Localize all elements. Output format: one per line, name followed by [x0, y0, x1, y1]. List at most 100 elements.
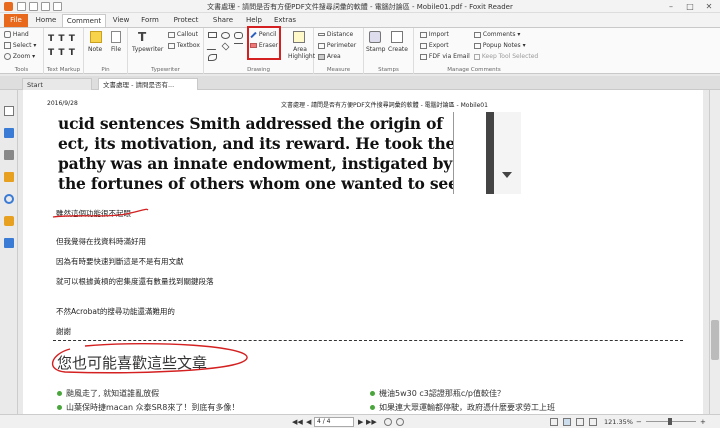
scan-line: ect, its motivation, and its reward. He …	[58, 134, 456, 153]
note-button[interactable]: Note	[88, 46, 102, 53]
group-stamps: Stamp Create Stamps	[364, 28, 414, 74]
attachment-icon[interactable]	[4, 194, 14, 204]
rotate-view-icon[interactable]	[396, 418, 404, 426]
popup-notes-dropdown[interactable]: Popup Notes ▾	[474, 42, 526, 49]
related-link[interactable]: 颱風走了, 就知道誰亂放假	[57, 388, 159, 399]
last-page-button[interactable]: ▶▶	[366, 418, 377, 426]
ribbon-panel: Hand Select ▾ Zoom ▾ Tools TTT TTT Text …	[0, 27, 720, 74]
vertical-scrollbar[interactable]	[709, 90, 720, 414]
line-icon[interactable]	[206, 43, 219, 50]
comments-icon	[474, 31, 481, 38]
stamp-icon[interactable]	[369, 31, 381, 43]
continuous-view-icon[interactable]	[563, 418, 571, 426]
perimeter-icon	[318, 42, 325, 49]
fdf-email-button[interactable]: FDF via Email	[420, 53, 470, 60]
minimize-button[interactable]: –	[664, 1, 678, 12]
group-label: Pin	[101, 67, 110, 73]
bullet-icon	[370, 405, 375, 410]
import-button[interactable]: Import	[420, 31, 449, 38]
email-icon	[420, 53, 427, 60]
tab-protect[interactable]: Protect	[172, 14, 200, 27]
window-title: 文書處理 - 請問是否有方便PDF文件搜尋詞彙的軟體 - 電腦討論區 - Mob…	[207, 3, 513, 11]
page-header-date: 2016/9/28	[47, 100, 78, 107]
tab-home[interactable]: Home	[34, 14, 58, 27]
tab-comment[interactable]: Comment	[62, 14, 106, 27]
arrow-icon[interactable]	[234, 43, 243, 50]
group-typewriter: T Typewriter Callout Textbox Typewriter	[128, 28, 204, 74]
related-link[interactable]: 如果連大眾運輸都停駛，政府憑什麼要求勞工上班	[370, 402, 555, 413]
security-lock-icon[interactable]	[4, 216, 14, 226]
checkbox-icon	[474, 53, 480, 60]
pencil-underline-annotation	[52, 208, 149, 218]
note-icon[interactable]	[90, 31, 102, 43]
tab-file[interactable]: File	[4, 14, 28, 27]
comments-panel-icon[interactable]	[4, 172, 14, 182]
keep-tool-selected-checkbox[interactable]: Keep Tool Selected	[474, 53, 538, 60]
restore-button[interactable]: □	[683, 1, 697, 12]
cloud-icon[interactable]	[234, 32, 243, 39]
file-icon[interactable]	[111, 31, 121, 43]
related-link[interactable]: 山葉保時捷macan 众泰SR8來了！到底有多像！	[57, 402, 239, 413]
popup-notes-icon	[474, 42, 481, 49]
stamp-button[interactable]: Stamp	[366, 46, 386, 53]
zoom-level[interactable]: 121.35%	[604, 418, 633, 426]
textbox-button[interactable]: Textbox	[168, 42, 200, 49]
paragraph: 不然Acrobat的搜尋功能還滿難用的	[56, 307, 175, 316]
tab-view[interactable]: View	[110, 14, 132, 27]
scan-dropdown-arrow-icon	[502, 172, 512, 178]
pages-icon[interactable]	[4, 128, 14, 138]
tab-form[interactable]: Form	[138, 14, 162, 27]
close-button[interactable]: ✕	[702, 1, 716, 12]
file-button[interactable]: File	[111, 46, 121, 53]
highlight-text-icon[interactable]: TTT	[48, 34, 79, 44]
page-thumbnail-icon[interactable]	[4, 106, 14, 116]
polygon-icon[interactable]	[221, 42, 230, 51]
page-header-title: 文書處理 - 請問是否有方便PDF文件搜尋詞彙的軟體 - 電腦討論區 - Mob…	[281, 102, 488, 109]
export-button[interactable]: Export	[420, 42, 449, 49]
continuous-facing-view-icon[interactable]	[589, 418, 597, 426]
area-button[interactable]: Area	[318, 53, 341, 60]
rectangle-icon[interactable]	[208, 32, 217, 38]
group-label: Manage Comments	[447, 67, 501, 73]
hand-tool-button[interactable]: Hand	[4, 31, 29, 38]
view-mode-icon[interactable]	[384, 418, 392, 426]
first-page-button[interactable]: ◀◀	[292, 418, 303, 426]
create-button[interactable]: Create	[388, 46, 408, 53]
tab-share[interactable]: Share	[210, 14, 236, 27]
area-highlight-button[interactable]: Area Highlight	[288, 46, 315, 60]
scrollbar-thumb[interactable]	[711, 320, 719, 360]
typewriter-button[interactable]: Typewriter	[132, 46, 163, 53]
create-stamp-icon[interactable]	[391, 31, 403, 43]
zoom-in-button[interactable]: +	[700, 418, 706, 426]
typewriter-icon[interactable]: T	[138, 30, 146, 44]
oval-icon[interactable]	[221, 32, 230, 39]
callout-button[interactable]: Callout	[168, 31, 198, 38]
doc-tab-start[interactable]: Start	[22, 78, 92, 90]
related-link[interactable]: 機油5w30 c3認證那瓶c/p值較佳？	[370, 388, 505, 399]
scan-line: the fortunes of others whom one wanted t…	[58, 174, 458, 193]
single-page-view-icon[interactable]	[550, 418, 558, 426]
signature-icon[interactable]	[4, 238, 14, 248]
select-tool-button[interactable]: Select ▾	[4, 42, 36, 49]
zoom-slider-handle[interactable]	[668, 418, 672, 425]
facing-view-icon[interactable]	[576, 418, 584, 426]
textbox-icon	[168, 42, 175, 49]
doc-tab-current[interactable]: 文書處理 - 請問是否有...	[98, 78, 198, 90]
underline-text-icon[interactable]: TTT	[48, 48, 79, 58]
zoom-out-button[interactable]: −	[636, 418, 642, 426]
distance-button[interactable]: Distance	[318, 31, 353, 38]
previous-page-button[interactable]: ◀	[306, 418, 311, 426]
divider	[53, 340, 683, 341]
callout-icon	[168, 31, 175, 38]
polyline-icon[interactable]	[208, 54, 217, 61]
zoom-tool-button[interactable]: Zoom ▾	[4, 53, 35, 60]
next-page-button[interactable]: ▶	[358, 418, 363, 426]
paragraph: 就可以根據黃槓的密集度還有數量找到關鍵段落	[56, 277, 214, 286]
zoom-icon	[4, 53, 11, 60]
layers-icon[interactable]	[4, 150, 14, 160]
page-number-field[interactable]: 4 / 4	[314, 417, 354, 427]
comments-dropdown[interactable]: Comments ▾	[474, 31, 520, 38]
pdf-page: 2016/9/28 文書處理 - 請問是否有方便PDF文件搜尋詞彙的軟體 - 電…	[23, 90, 703, 414]
area-highlight-icon[interactable]	[293, 31, 305, 43]
perimeter-button[interactable]: Perimeter	[318, 42, 356, 49]
